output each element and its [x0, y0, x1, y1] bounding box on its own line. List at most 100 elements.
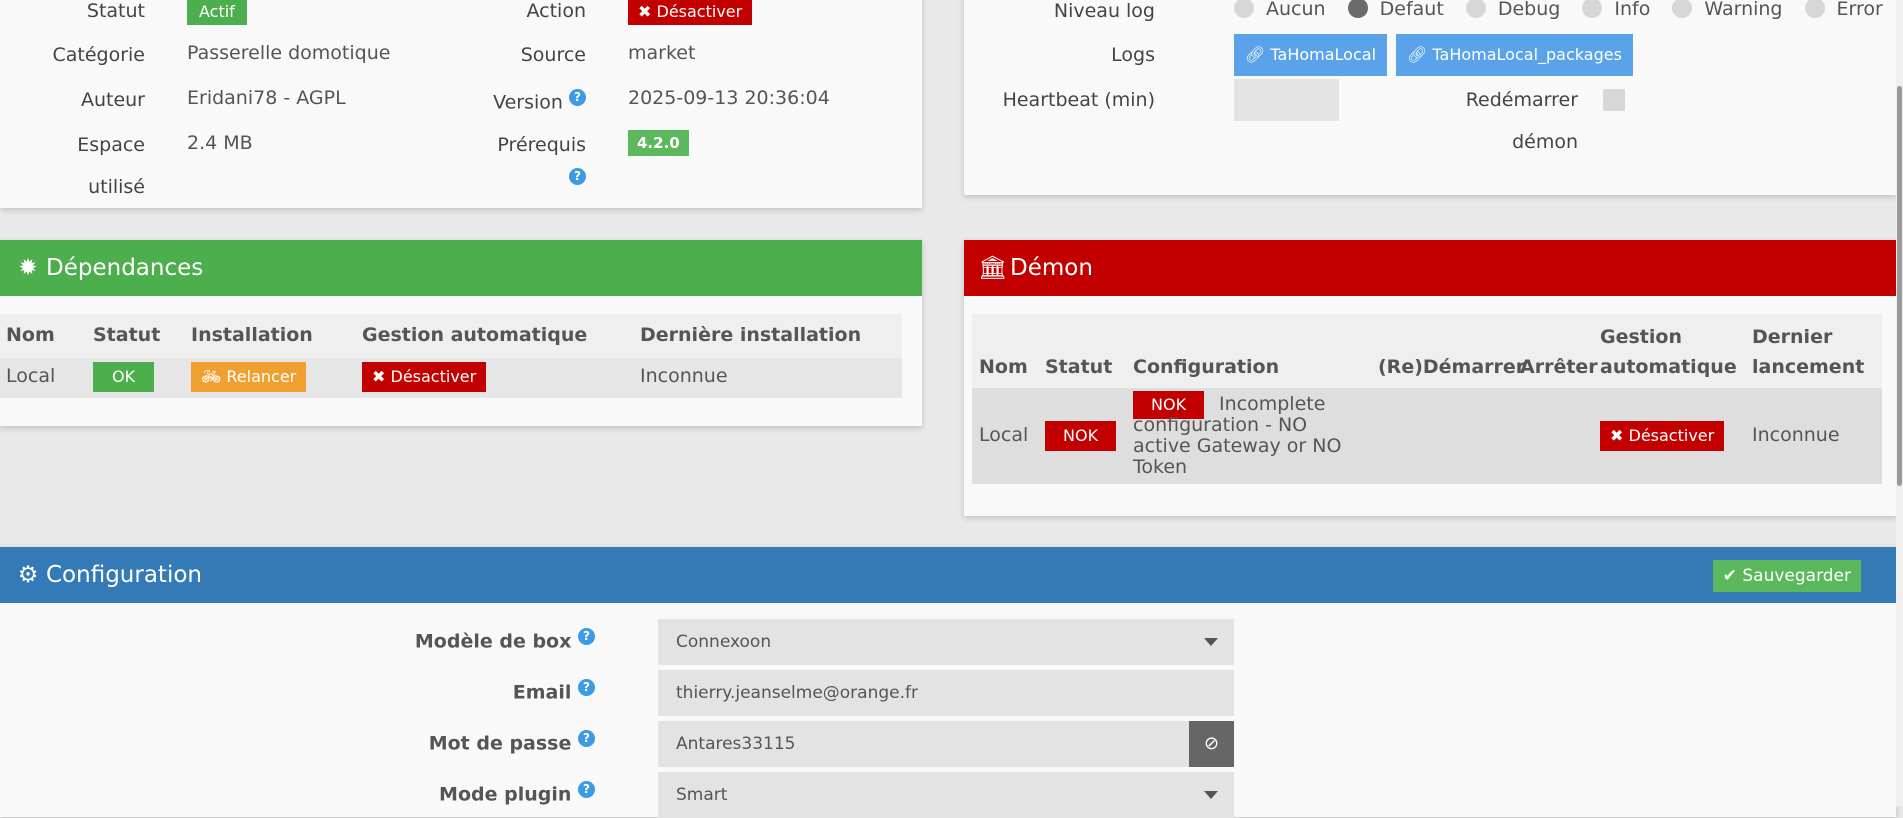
scrollbar[interactable]	[1896, 0, 1903, 806]
chevron-down-icon	[1204, 638, 1218, 646]
config-text-4: Token	[1133, 456, 1188, 478]
source-label: Source	[520, 44, 586, 66]
disable-plugin-label: Désactiver	[656, 2, 743, 21]
col-statut: Statut	[1045, 356, 1113, 378]
heartbeat-label: Heartbeat (min)	[1002, 89, 1155, 111]
table-row: Local NOK NOK Incomplete configuration -…	[972, 388, 1882, 484]
table-row: Local OK 🚲︎ Relancer ✖ Désactiver Inconn…	[0, 358, 902, 398]
categorie-label: Catégorie	[52, 44, 145, 66]
disable-auto-deps-button[interactable]: ✖ Désactiver	[362, 362, 487, 392]
paperclip-icon: 🔗︎	[1407, 45, 1433, 64]
daemon-status-badge: NOK	[1045, 421, 1117, 451]
auteur-label: Auteur	[80, 89, 145, 111]
demon-title: Démon	[1010, 255, 1093, 281]
radio-circle-icon	[1672, 0, 1693, 18]
col-dernier: Dernier	[1752, 326, 1833, 348]
radio-warning[interactable]: Warning	[1672, 0, 1783, 20]
col-gestion: Gestion	[1600, 326, 1682, 348]
modele-box-label: Modèle de box ?	[415, 628, 595, 652]
password-field[interactable]: Antares33115	[658, 721, 1189, 767]
radio-info[interactable]: Info	[1582, 0, 1650, 20]
configuration-title: Configuration	[46, 562, 202, 588]
configuration-header: ⚙︎ Configuration	[0, 547, 1896, 603]
radio-circle-icon	[1347, 0, 1368, 18]
statut-label: Statut	[86, 0, 145, 22]
col-gestion-2: automatique	[1600, 356, 1737, 378]
row-derniere: Inconnue	[640, 365, 728, 387]
configuration-panel: ⚙︎ Configuration ✔ Sauvegarder Modèle de …	[0, 547, 1896, 818]
demon-table: Nom Statut Configuration (Re)Démarrer Ar…	[972, 314, 1882, 484]
help-icon[interactable]: ?	[578, 781, 595, 798]
chevron-down-icon	[1204, 791, 1218, 799]
relaunch-dependencies-button[interactable]: 🚲︎ Relancer	[191, 362, 307, 392]
help-icon[interactable]: ?	[569, 89, 586, 106]
logs-panel: Niveau log Aucun Defaut Debug Info Warni…	[964, 0, 1896, 195]
email-label: Email ?	[513, 679, 595, 703]
demon-panel: 🏛︎ Démon Nom Statut Configuration (Re)Dém…	[964, 240, 1896, 516]
logs-label: Logs	[1111, 44, 1155, 66]
radio-error[interactable]: Error	[1804, 0, 1883, 20]
radio-circle-icon	[1582, 0, 1603, 18]
dependances-status-badge: OK	[93, 362, 155, 392]
source-value: market	[628, 42, 696, 64]
auteur-value: Eridani78 - AGPL	[187, 87, 346, 109]
bank-icon: 🏛︎	[978, 255, 1008, 281]
dependances-panel: ✹ Dépendances Nom Statut Installation Ges…	[0, 240, 922, 426]
modele-box-select[interactable]: Connexoon	[658, 619, 1234, 665]
plugin-info-panel: Statut Actif Action ✖ Désactiver Catégor…	[0, 0, 922, 208]
help-icon[interactable]: ?	[578, 730, 595, 747]
restart-daemon-checkbox[interactable]	[1603, 89, 1625, 111]
log-button-tahomalocal-packages[interactable]: 🔗︎ TaHomaLocal_packages	[1396, 34, 1633, 76]
dependances-title: Dépendances	[46, 255, 204, 281]
help-icon[interactable]: ?	[578, 679, 595, 696]
mode-plugin-label: Mode plugin ?	[439, 781, 595, 805]
col-installation: Installation	[191, 324, 313, 346]
email-field[interactable]: thierry.jeanselme@orange.fr	[658, 670, 1234, 716]
radio-aucun[interactable]: Aucun	[1234, 0, 1326, 20]
disable-auto-daemon-button[interactable]: ✖ Désactiver	[1600, 421, 1725, 451]
col-configuration: Configuration	[1133, 356, 1280, 378]
col-arreter: Arrêter	[1520, 356, 1598, 378]
scrollbar-thumb[interactable]	[1897, 86, 1902, 486]
action-label: Action	[526, 0, 586, 22]
config-text-1: Incomplete	[1219, 393, 1326, 415]
radio-defaut[interactable]: Defaut	[1347, 0, 1444, 20]
toggle-password-button[interactable]: ⊘	[1189, 721, 1234, 767]
help-icon[interactable]: ?	[569, 168, 586, 185]
help-icon[interactable]: ?	[578, 628, 595, 645]
espace-value: 2.4 MB	[187, 132, 253, 154]
row-nom: Local	[6, 365, 56, 387]
version-label: Version ?	[493, 89, 586, 113]
col-statut: Statut	[93, 324, 161, 346]
col-gestion: Gestion automatique	[362, 324, 588, 346]
redemarrer-label-2: démon	[1512, 131, 1578, 153]
heartbeat-input[interactable]	[1234, 79, 1339, 121]
version-label-text: Version	[493, 91, 563, 114]
radio-circle-icon	[1234, 0, 1254, 18]
col-nom: Nom	[6, 324, 55, 346]
niveau-log-label: Niveau log	[1053, 0, 1155, 22]
dependances-header: ✹ Dépendances	[0, 240, 922, 296]
col-redemarrer: (Re)Démarrer	[1378, 356, 1526, 378]
save-button[interactable]: ✔ Sauvegarder	[1712, 560, 1861, 592]
redemarrer-label: Redémarrer	[1465, 89, 1578, 111]
eye-slash-icon: ⊘	[1203, 733, 1220, 754]
prerequis-badge: 4.2.0	[628, 130, 689, 156]
col-nom: Nom	[979, 356, 1028, 378]
log-button-tahomalocal[interactable]: 🔗︎ TaHomaLocal	[1234, 34, 1388, 76]
mode-plugin-select[interactable]: Smart	[658, 772, 1234, 818]
close-icon: ✖	[372, 367, 391, 386]
demon-header: 🏛︎ Démon	[964, 240, 1896, 296]
close-icon: ✖	[1610, 426, 1629, 445]
check-circle-icon: ✔	[1722, 566, 1743, 586]
disable-plugin-button[interactable]: ✖ Désactiver	[628, 0, 753, 25]
radio-circle-icon	[1804, 0, 1825, 18]
statut-badge: Actif	[187, 0, 247, 25]
bicycle-icon: 🚲︎	[201, 367, 227, 386]
paperclip-icon: 🔗︎	[1245, 45, 1271, 64]
radio-debug[interactable]: Debug	[1465, 0, 1560, 20]
col-derniere: Dernière installation	[640, 324, 862, 346]
row-nom: Local	[979, 424, 1029, 446]
config-text-2: configuration - NO	[1133, 414, 1308, 436]
password-label: Mot de passe ?	[429, 730, 595, 754]
